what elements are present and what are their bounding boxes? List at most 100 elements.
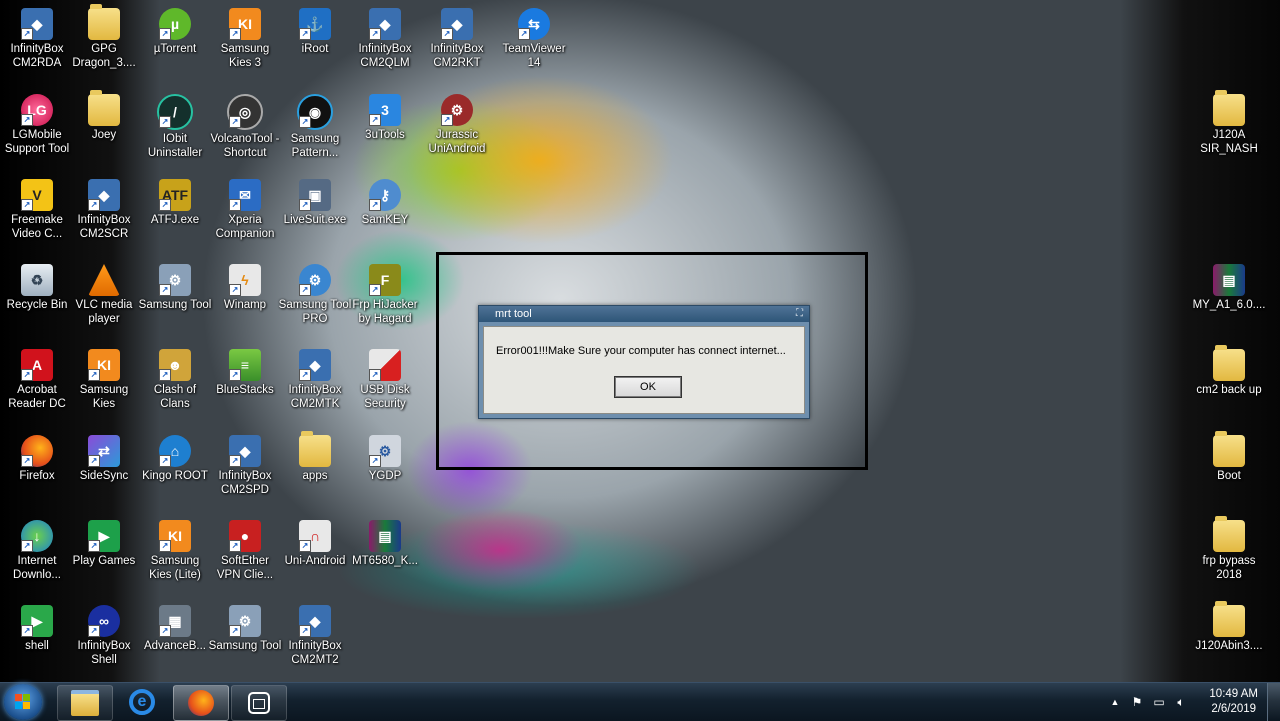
recycle-bin-icon: ♻ bbox=[21, 264, 53, 296]
desktop-icon-atfj[interactable]: ATF ↗ ATFJ.exe bbox=[138, 173, 212, 227]
dialog-body: Error001!!!Make Sure your computer has c… bbox=[483, 326, 805, 414]
desktop-icon-play-games[interactable]: ▶ ↗ Play Games bbox=[67, 514, 141, 568]
livesuit-icon: ▣ ↗ bbox=[299, 179, 331, 211]
volcano-icon: ◎ ↗ bbox=[227, 94, 263, 130]
desktop-icon-infinitybox-shell[interactable]: ∞ ↗ InfinityBox Shell bbox=[67, 599, 141, 667]
windows-logo-icon bbox=[15, 694, 31, 710]
teamviewer-icon: ⇆ ↗ bbox=[518, 8, 550, 40]
desktop-icon-vlc[interactable]: VLC media player bbox=[67, 258, 141, 326]
dialog-title: mrt tool bbox=[495, 308, 532, 320]
desktop-icon-bluestacks[interactable]: ≡ ↗ BlueStacks bbox=[208, 343, 282, 397]
desktop-icon-infinitybox-cm2spd[interactable]: ◆ ↗ InfinityBox CM2SPD bbox=[208, 429, 282, 497]
desktop-icon-utorrent[interactable]: µ ↗ µTorrent bbox=[138, 2, 212, 56]
desktop-icon-j120abin3[interactable]: J120Abin3.... bbox=[1192, 599, 1266, 653]
dialog-titlebar[interactable]: mrt tool ⛶ bbox=[479, 306, 809, 322]
desktop-icon-samsung-kies-lite[interactable]: KI ↗ Samsung Kies (Lite) bbox=[138, 514, 212, 582]
desktop-icon-uni-android[interactable]: ∩ ↗ Uni-Android bbox=[278, 514, 352, 568]
xperia-icon: ✉ ↗ bbox=[229, 179, 261, 211]
desktop-icon-recycle-bin[interactable]: ♻ Recycle Bin bbox=[0, 258, 74, 312]
desktop-icon-winamp[interactable]: ϟ ↗ Winamp bbox=[208, 258, 282, 312]
desktop-icon-my-a1[interactable]: ▤ MY_A1_6.0.... bbox=[1192, 258, 1266, 312]
desktop-icon-livesuit[interactable]: ▣ ↗ LiveSuit.exe bbox=[278, 173, 352, 227]
desktop-icon-j120a-sir-nash[interactable]: J120A SIR_NASH bbox=[1192, 88, 1266, 156]
desktop-icon-samsung-kies[interactable]: KI ↗ Samsung Kies bbox=[67, 343, 141, 411]
desktop-icon-volcanotool[interactable]: ◎ ↗ VolcanoTool - Shortcut bbox=[208, 88, 282, 160]
desktop-icon-iroot[interactable]: ⚓ ↗ iRoot bbox=[278, 2, 352, 56]
infinitybox-icon: ◆ ↗ bbox=[299, 605, 331, 637]
desktop-icon-frp-bypass-2018[interactable]: frp bypass 2018 bbox=[1192, 514, 1266, 582]
desktop-icon-firefox[interactable]: ↗ Firefox bbox=[0, 429, 74, 483]
desktop-icon-teamviewer[interactable]: ⇆ ↗ TeamViewer 14 bbox=[497, 2, 571, 70]
firefox-icon bbox=[188, 690, 214, 716]
desktop-icon-xperia-companion[interactable]: ✉ ↗ Xperia Companion bbox=[208, 173, 282, 241]
desktop-icon-cm2-back-up[interactable]: cm2 back up bbox=[1192, 343, 1266, 397]
desktop-icon-internet-download-manager[interactable]: ↓ ↗ Internet Downlo... bbox=[0, 514, 74, 582]
desktop-icon-samsung-kies-3[interactable]: KI ↗ Samsung Kies 3 bbox=[208, 2, 282, 70]
taskbar-internet-explorer[interactable]: e bbox=[115, 685, 169, 719]
folder-icon bbox=[1213, 345, 1245, 381]
desktop-icon-jurassic-uniandroid[interactable]: ⚙ ↗ Jurassic UniAndroid bbox=[420, 88, 494, 156]
desktop-icon-frp-hijacker[interactable]: F ↗ Frp HiJacker by Hagard bbox=[348, 258, 422, 326]
desktop-icon-samsung-tool-pro[interactable]: ⚙ ↗ Samsung Tool PRO bbox=[278, 258, 352, 326]
close-icon[interactable]: ⛶ bbox=[796, 306, 803, 322]
desktop-icon-kingo-root[interactable]: ⌂ ↗ Kingo ROOT bbox=[138, 429, 212, 483]
desktop-icon-samkey[interactable]: ⚷ ↗ SamKEY bbox=[348, 173, 422, 227]
pattern-icon: ◉ ↗ bbox=[297, 94, 333, 130]
archive-icon: ▤ bbox=[1213, 264, 1245, 296]
desktop-icon-infinitybox-cm2rkt[interactable]: ◆ ↗ InfinityBox CM2RKT bbox=[420, 2, 494, 70]
desktop-icon-freemake[interactable]: V ↗ Freemake Video C... bbox=[0, 173, 74, 241]
taskbar: e ▲ ⚑ ▭ 🔈︎ 10:49 AM 2/6/2019 bbox=[0, 682, 1280, 721]
desktop-icon-softether-vpn[interactable]: ● ↗ SoftEther VPN Clie... bbox=[208, 514, 282, 582]
infinity-icon: ∞ ↗ bbox=[88, 605, 120, 637]
desktop-icon-clash-of-clans[interactable]: ☻ ↗ Clash of Clans bbox=[138, 343, 212, 411]
folder-icon bbox=[1213, 431, 1245, 467]
explorer-icon bbox=[71, 690, 99, 716]
desktop-icon-infinitybox-cm2scr[interactable]: ◆ ↗ InfinityBox CM2SCR bbox=[67, 173, 141, 241]
gear-icon: ⚙ ↗ bbox=[159, 264, 191, 296]
desktop-icon-advanceb[interactable]: ▦ ↗ AdvanceB... bbox=[138, 599, 212, 653]
desktop-icon-infinitybox-cm2rda[interactable]: ◆ ↗ InfinityBox CM2RDA bbox=[0, 2, 74, 70]
desktop-icon-apps[interactable]: apps bbox=[278, 429, 352, 483]
lg-icon: LG ↗ bbox=[21, 94, 53, 126]
desktop-icon-mt6580[interactable]: ▤ MT6580_K... bbox=[348, 514, 422, 568]
desktop-icon-infinitybox-cm2qlm[interactable]: ◆ ↗ InfinityBox CM2QLM bbox=[348, 2, 422, 70]
error-dialog: mrt tool ⛶ Error001!!!Make Sure your com… bbox=[478, 305, 810, 419]
error-message: Error001!!!Make Sure your computer has c… bbox=[496, 345, 786, 357]
ok-button[interactable]: OK bbox=[614, 376, 682, 398]
network-icon[interactable]: ▭ bbox=[1152, 695, 1166, 709]
desktop-icon-samsung-tool[interactable]: ⚙ ↗ Samsung Tool bbox=[138, 258, 212, 312]
desktop-icon-usb-disk-security[interactable]: ↗ USB Disk Security bbox=[348, 343, 422, 411]
taskbar-firefox[interactable] bbox=[173, 685, 229, 721]
clash-icon: ☻ ↗ bbox=[159, 349, 191, 381]
desktop-icon-shell[interactable]: ▶ ↗ shell bbox=[0, 599, 74, 653]
acrobat-icon: A ↗ bbox=[21, 349, 53, 381]
desktop-icon-ygdp[interactable]: ⚙ ↗ YGDP bbox=[348, 429, 422, 483]
desktop-icon-lgmobile-support-tool[interactable]: LG ↗ LGMobile Support Tool bbox=[0, 88, 74, 156]
desktop-icon-iobit-uninstaller[interactable]: / ↗ IObit Uninstaller bbox=[138, 88, 212, 160]
advance-box-icon: ▦ ↗ bbox=[159, 605, 191, 637]
desktop-icon-boot[interactable]: Boot bbox=[1192, 429, 1266, 483]
action-center-flag-icon[interactable]: ⚑ bbox=[1130, 695, 1144, 709]
start-button[interactable] bbox=[4, 684, 42, 720]
desktop-icon-gpg-dragon[interactable]: GPG Dragon_3.... bbox=[67, 2, 141, 70]
system-tray: ▲ ⚑ ▭ 🔈︎ 10:49 AM 2/6/2019 bbox=[1100, 683, 1280, 721]
taskbar-task-switcher[interactable] bbox=[231, 685, 287, 721]
volume-icon[interactable]: 🔈︎ bbox=[1174, 695, 1188, 709]
desktop-icon-infinitybox-cm2mtk[interactable]: ◆ ↗ InfinityBox CM2MTK bbox=[278, 343, 352, 411]
desktop-icon-joey[interactable]: Joey bbox=[67, 88, 141, 142]
kies-icon: KI ↗ bbox=[229, 8, 261, 40]
desktop-icon-acrobat-reader[interactable]: A ↗ Acrobat Reader DC bbox=[0, 343, 74, 411]
taskbar-explorer[interactable] bbox=[57, 685, 113, 721]
desktop-icon-3utools[interactable]: 3 ↗ 3uTools bbox=[348, 88, 422, 142]
clock[interactable]: 10:49 AM 2/6/2019 bbox=[1209, 687, 1258, 717]
sidesync-icon: ⇄ ↗ bbox=[88, 435, 120, 467]
atf-icon: ATF ↗ bbox=[159, 179, 191, 211]
clock-date: 2/6/2019 bbox=[1211, 703, 1257, 715]
desktop-icon-samsung-pattern[interactable]: ◉ ↗ Samsung Pattern... bbox=[278, 88, 352, 160]
show-desktop-button[interactable] bbox=[1267, 683, 1280, 721]
show-hidden-icons-arrow[interactable]: ▲ bbox=[1108, 695, 1122, 709]
desktop-icon-sidesync[interactable]: ⇄ ↗ SideSync bbox=[67, 429, 141, 483]
desktop-icon-infinitybox-cm2mt2[interactable]: ◆ ↗ InfinityBox CM2MT2 bbox=[278, 599, 352, 667]
3utools-icon: 3 ↗ bbox=[369, 94, 401, 126]
desktop-icon-samsung-tool-2[interactable]: ⚙ ↗ Samsung Tool bbox=[208, 599, 282, 653]
